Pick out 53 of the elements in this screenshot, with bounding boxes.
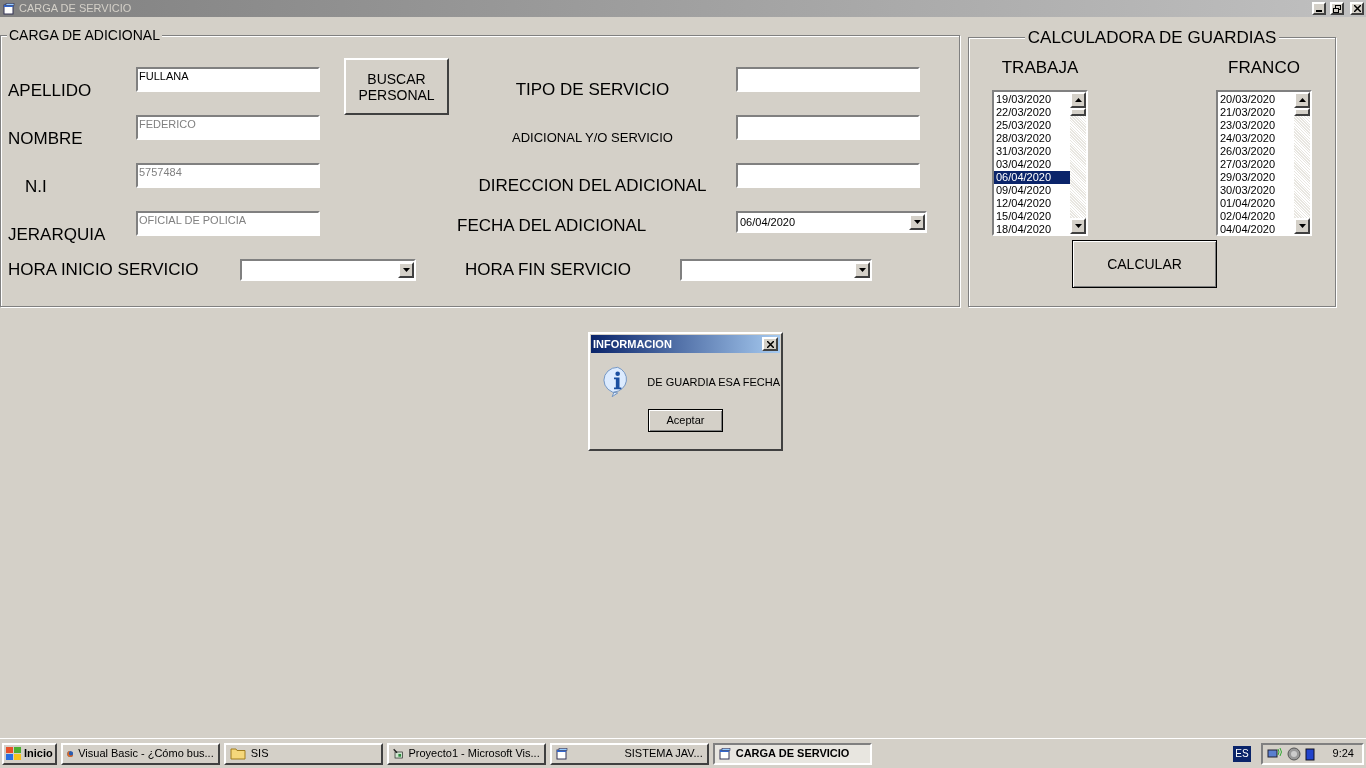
list-title: TRABAJA [1001,58,1079,78]
language-indicator[interactable]: ES [1233,745,1251,762]
field-label: DIRECCION DEL ADICIONAL [478,174,707,197]
taskbar-button[interactable]: CARGA DE SERVICIO [712,742,872,765]
list-item[interactable]: 25/03/2020 [994,119,1070,132]
field-label: FECHA DEL ADICIONAL [457,214,647,237]
field-label: HORA FIN SERVICIO [465,259,632,281]
list-item[interactable]: 22/03/2020 [994,106,1070,119]
list-item[interactable]: 21/03/2020 [1218,106,1294,119]
group-title: CARGA DE ADICIONAL [7,28,162,42]
taskbar-button[interactable]: Proyecto1 - Microsoft Vis... [386,742,546,765]
dialog-title: INFORMACION [593,336,672,352]
list-item[interactable]: 20/03/2020 [1218,93,1294,106]
list-item[interactable]: 26/03/2020 [1218,145,1294,158]
list-item[interactable]: 23/03/2020 [1218,119,1294,132]
list-item[interactable]: 09/04/2020 [994,184,1070,197]
list-title: FRANCO [1228,58,1300,78]
list-item[interactable]: 28/03/2020 [994,132,1070,145]
taskbar-button[interactable]: SISTEMA JAV... [549,742,709,765]
date-list[interactable]: 20/03/2020 21/03/2020 23/03/2020 24/03/2020 26/03/2020 27/03/2020 29/03/2020 30/03/2020 01/04/2020 02/04/2020 04/04/2020 [1216,90,1312,236]
accept-button[interactable]: Aceptar [648,409,723,432]
field-label: NOMBRE [8,127,83,150]
list-item[interactable]: 24/03/2020 [1218,132,1294,145]
list-item[interactable]: 04/04/2020 [1218,223,1294,236]
taskbar-button[interactable]: SIS [223,742,383,765]
taskbar-button[interactable]: Visual Basic - ¿Cómo bus... [60,742,220,765]
field-label: N.I [24,175,47,198]
list-item[interactable]: 19/03/2020 [994,93,1070,106]
list-item[interactable]: 29/03/2020 [1218,171,1294,184]
list-item[interactable]: 01/04/2020 [1218,197,1294,210]
field-label: ADICIONAL Y/O SERVICIO [512,128,673,147]
start-button[interactable]: Inicio [2,742,57,765]
list-item[interactable]: 12/04/2020 [994,197,1070,210]
list-item[interactable]: 30/03/2020 [1218,184,1294,197]
clock: 9:24 [1332,746,1354,762]
list-item[interactable]: 27/03/2020 [1218,158,1294,171]
field-label: APELLIDO [8,79,92,102]
list-item[interactable]: 15/04/2020 [994,210,1070,223]
field-label: HORA INICIO SERVICIO [8,259,200,281]
list-item[interactable]: 03/04/2020 [994,158,1070,171]
combo-box[interactable]: 06/04/2020 [736,211,927,233]
search-personnel-button[interactable]: BUSCAR PERSONAL [344,58,449,115]
list-item[interactable]: 02/04/2020 [1218,210,1294,223]
date-list[interactable]: 19/03/2020 22/03/2020 25/03/2020 28/03/2020 31/03/2020 03/04/2020 06/04/2020 09/04/2020 12/04/2020 15/04/2020 18/04/2020 [992,90,1088,236]
field-label: TIPO DE SERVICIO [515,78,670,101]
text-field[interactable]: FULLANA [136,67,320,92]
field-label: JERARQUIA [8,223,106,246]
calculate-button[interactable]: CALCULAR [1072,240,1217,288]
list-item[interactable]: 18/04/2020 [994,223,1070,236]
window-title: CARGA DE SERVICIO [19,1,133,17]
dialog-message: DE GUARDIA ESA FECHA [647,374,780,390]
list-item[interactable]: 31/03/2020 [994,145,1070,158]
list-item[interactable]: 06/04/2020 [994,171,1070,184]
